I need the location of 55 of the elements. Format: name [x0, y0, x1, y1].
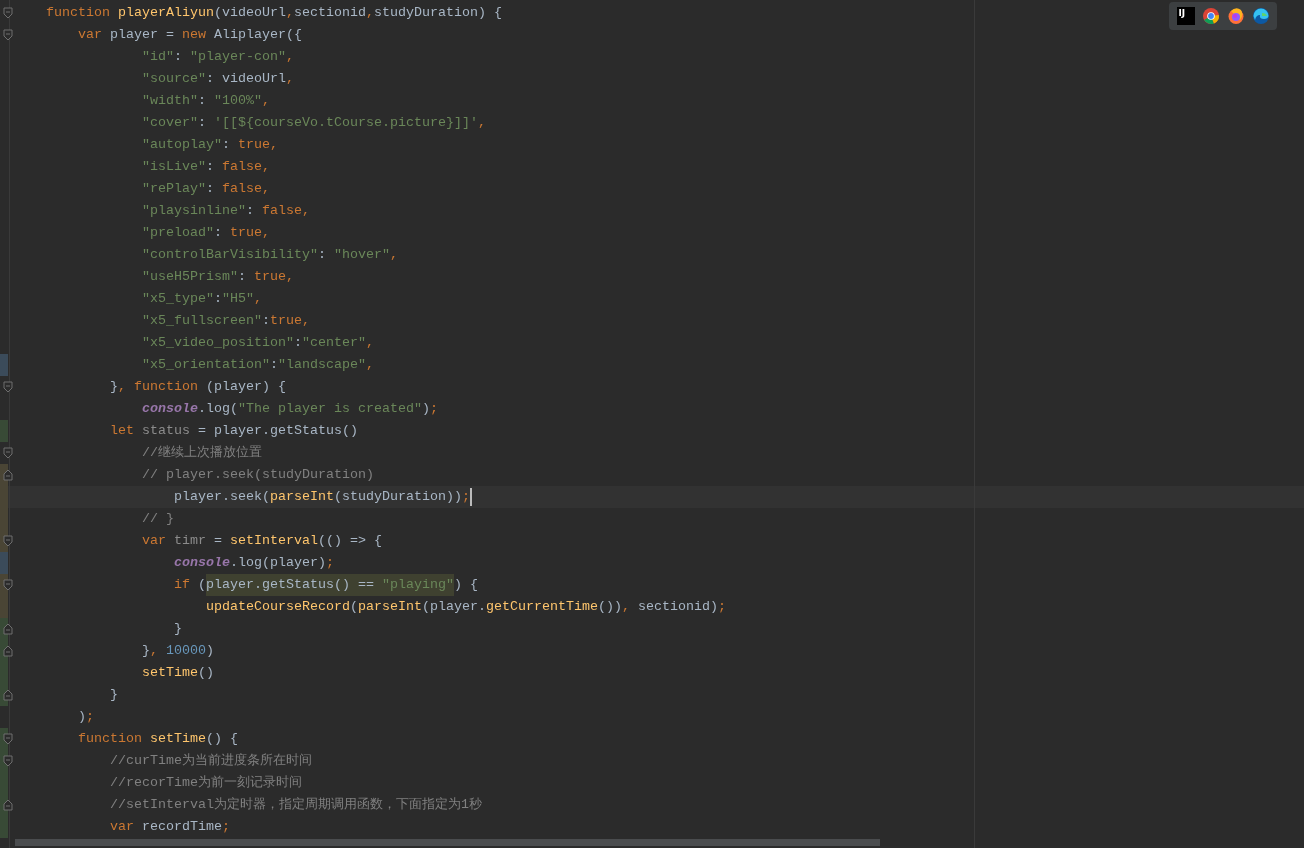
code-line: }, function (player) { — [109, 378, 286, 396]
code-line: "preload": true, — [140, 224, 270, 242]
code-line: updateCourseRecord(parseInt(player.getCurrentTime()), sectionid); — [204, 598, 726, 616]
code-line: "x5_fullscreen":true, — [140, 312, 310, 330]
fold-icon[interactable] — [3, 469, 13, 481]
fold-icon[interactable] — [3, 381, 13, 393]
code-line: "x5_video_position":"center", — [140, 334, 374, 352]
app-icon[interactable]: IJ — [1176, 7, 1195, 25]
fold-icon[interactable] — [3, 689, 13, 701]
fold-icon[interactable] — [3, 7, 13, 19]
code-line: player.seek(parseInt(studyDuration)); — [172, 488, 470, 506]
code-line: ); — [77, 708, 94, 726]
fold-icon[interactable] — [3, 579, 13, 591]
code-line: var player = new Aliplayer({ — [77, 26, 302, 44]
code-line: //setInterval为定时器，指定周期调用函数，下面指定为1秒 — [109, 796, 482, 814]
code-line: "controlBarVisibility": "hover", — [140, 246, 398, 264]
fold-icon[interactable] — [3, 733, 13, 745]
code-line: if (player.getStatus() == "playing") { — [46, 574, 478, 596]
code-line: } — [172, 620, 182, 638]
fold-icon[interactable] — [3, 755, 13, 767]
code-line: function setTime() { — [77, 730, 238, 748]
code-line: var timr = setInterval(() => { — [140, 532, 382, 550]
code-line: "useH5Prism": true, — [140, 268, 294, 286]
fold-icon[interactable] — [3, 645, 13, 657]
code-line: "cover": '[[${courseVo.tCourse.picture}]]', — [140, 114, 486, 132]
code-line: // } — [140, 510, 174, 528]
code-line: setTime() — [140, 664, 214, 682]
code-line: "id": "player-con", — [140, 48, 294, 66]
fold-icon[interactable] — [3, 535, 13, 547]
code-line: } — [109, 686, 118, 704]
code-line: var recordTime; — [109, 818, 230, 836]
fold-icon[interactable] — [3, 29, 13, 41]
code-line: }, 10000) — [140, 642, 214, 660]
code-line: "isLive": false, — [140, 158, 270, 176]
code-line: "playsinline": false, — [140, 202, 310, 220]
browser-icon[interactable] — [1201, 7, 1220, 25]
code-line: "autoplay": true, — [140, 136, 278, 154]
code-line: "width": "100%", — [140, 92, 270, 110]
code-line: let status = player.getStatus() — [109, 422, 358, 440]
code-line: function playerAliyun(videoUrl,sectionid,studyDuration) { — [46, 4, 502, 22]
code-line: // player.seek(studyDuration) — [140, 466, 374, 484]
code-line: //继续上次播放位置 — [140, 444, 262, 462]
code-line: "x5_type":"H5", — [140, 290, 262, 308]
browser-icon[interactable] — [1251, 7, 1270, 25]
code-line: "rePlay": false, — [140, 180, 270, 198]
code-line: console.log(player); — [172, 554, 334, 572]
browser-icon[interactable] — [1226, 7, 1245, 25]
fold-icon[interactable] — [3, 623, 13, 635]
scrollbar[interactable] — [15, 839, 880, 846]
code-line: "source": videoUrl, — [140, 70, 294, 88]
code-line: console.log("The player is created"); — [140, 400, 438, 418]
fold-icon[interactable] — [3, 799, 13, 811]
code-line: //curTime为当前进度条所在时间 — [109, 752, 312, 770]
code-line: "x5_orientation":"landscape", — [140, 356, 374, 374]
fold-icon[interactable] — [3, 447, 13, 459]
